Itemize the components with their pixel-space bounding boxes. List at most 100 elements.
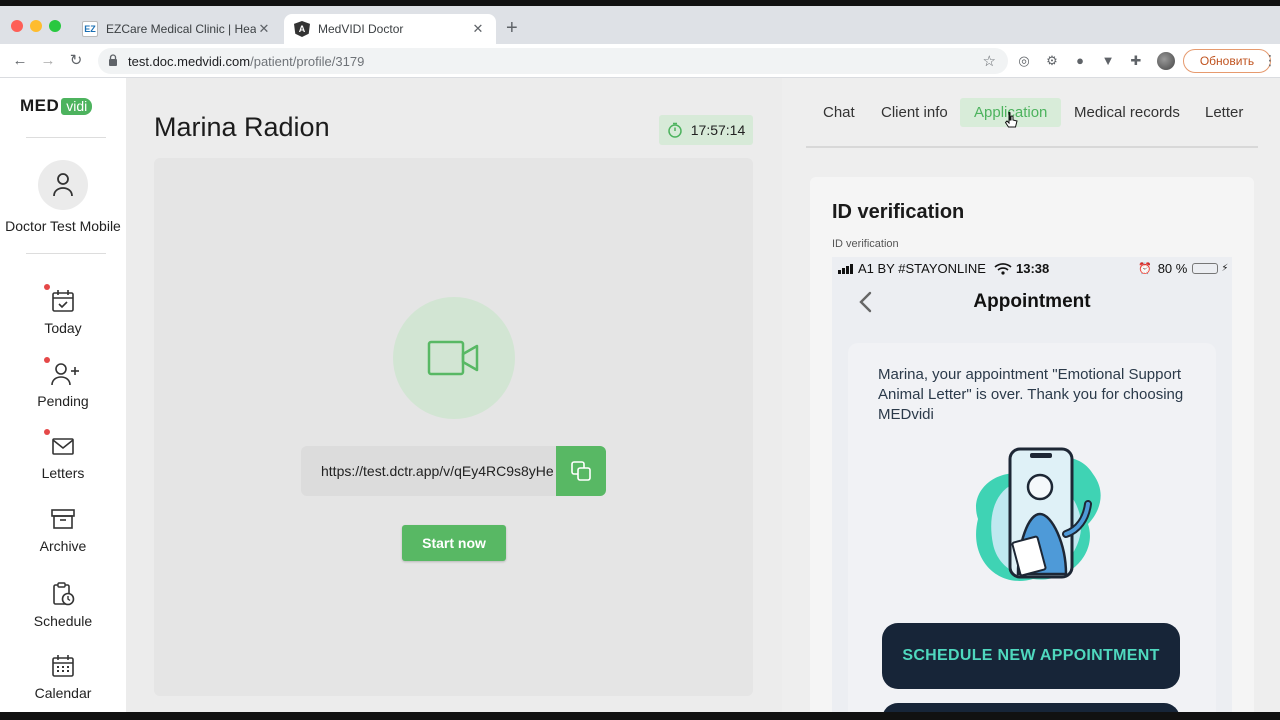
- tab-chat[interactable]: Chat: [823, 98, 855, 127]
- extension-gear-icon[interactable]: ⚙: [1043, 52, 1061, 70]
- video-placeholder: [393, 297, 515, 419]
- nav-label: Archive: [39, 538, 87, 554]
- alarm-clock-icon: ⏰: [1138, 263, 1152, 275]
- video-call-card: https://test.dctr.app/v/qEy4RC9s8yHe Sta…: [154, 158, 753, 696]
- nav-archive[interactable]: Archive: [0, 506, 126, 566]
- tab-close-icon[interactable]: ✕: [256, 21, 272, 37]
- divider: [26, 137, 106, 138]
- extensions-puzzle-icon[interactable]: ✚: [1127, 52, 1145, 70]
- tab-title: EZCare Medical Clinic | Health: [106, 22, 256, 36]
- reload-icon[interactable]: ↻: [66, 51, 86, 71]
- doctor-avatar[interactable]: [38, 160, 88, 210]
- session-timer: 17:57:14: [659, 115, 753, 145]
- phone-status-bar: A1 BY #STAYONLINE 13:38 ⏰ 80 % ⚡: [832, 257, 1232, 279]
- url-path: /patient/profile/3179: [250, 53, 365, 69]
- phone-screen-title: Appointment: [973, 291, 1091, 312]
- angular-favicon-icon: A: [294, 21, 310, 37]
- nav-label: Calendar: [34, 685, 92, 701]
- mouse-pointer-icon: [1005, 112, 1018, 128]
- start-now-button[interactable]: Start now: [402, 525, 506, 561]
- id-document-screenshot[interactable]: A1 BY #STAYONLINE 13:38 ⏰ 80 % ⚡ Appoint…: [832, 257, 1232, 717]
- tab-medical-records[interactable]: Medical records: [1074, 98, 1180, 127]
- charging-bolt-icon: ⚡: [1221, 263, 1229, 274]
- nav-label: Letters: [41, 465, 85, 481]
- timer-value: 17:57:14: [690, 122, 746, 138]
- extension-vue-icon[interactable]: ▼: [1099, 52, 1117, 70]
- back-arrow-icon[interactable]: ←: [10, 51, 30, 71]
- divider: [26, 253, 106, 254]
- copy-link-button[interactable]: [556, 446, 606, 496]
- appointment-message: Marina, your appointment "Emotional Supp…: [878, 366, 1184, 423]
- schedule-new-appointment-button[interactable]: SCHEDULE NEW APPOINTMENT: [882, 623, 1180, 689]
- id-verification-caption: ID verification: [832, 238, 899, 250]
- bottom-edge: [0, 712, 1280, 720]
- lock-icon: [108, 53, 120, 69]
- signal-bars-icon: [838, 263, 854, 274]
- id-verification-card: ID verification ID verification A1 BY #S…: [810, 177, 1254, 717]
- browser-tab-medvidi[interactable]: A MedVIDI Doctor ✕: [284, 14, 496, 44]
- window-close-button[interactable]: [11, 20, 23, 32]
- doctor-in-phone-illustration: [976, 447, 1101, 581]
- notification-dot: [44, 357, 50, 363]
- video-camera-icon: [427, 340, 479, 376]
- nav-pending[interactable]: Pending: [0, 357, 126, 421]
- kebab-menu-icon[interactable]: ⋮: [1263, 52, 1277, 69]
- wifi-icon: [994, 262, 1012, 275]
- browser-toolbar: ← → ↻ test.doc.medvidi.com/patient/profi…: [0, 44, 1280, 78]
- video-link-field[interactable]: https://test.dctr.app/v/qEy4RC9s8yHe: [301, 446, 557, 496]
- right-panel: Chat Client info Application Medical rec…: [782, 78, 1280, 717]
- nav-label: Today: [44, 320, 82, 336]
- nav-label: Pending: [37, 393, 89, 409]
- stopwatch-icon: [668, 122, 682, 138]
- nav-calendar[interactable]: Calendar: [0, 653, 126, 713]
- patient-name: Marina Radion: [154, 112, 330, 142]
- tab-client-info[interactable]: Client info: [881, 98, 948, 127]
- profile-avatar[interactable]: [1157, 52, 1175, 70]
- app: MED vidi Doctor Test Mobile Today Pendin…: [0, 78, 1280, 717]
- address-bar[interactable]: test.doc.medvidi.com/patient/profile/317…: [98, 48, 1008, 74]
- main-panel: Marina Radion 17:57:14 https://test.dctr…: [126, 78, 782, 712]
- browser-chrome: EZ EZCare Medical Clinic | Health ✕ A Me…: [0, 6, 1280, 78]
- update-button[interactable]: Обновить: [1183, 49, 1271, 73]
- carrier-label: A1 BY #STAYONLINE: [858, 261, 986, 276]
- nav-label: Schedule: [33, 613, 93, 629]
- tab-close-icon[interactable]: ✕: [470, 21, 486, 37]
- tab-letter[interactable]: Letter: [1205, 98, 1243, 127]
- sidebar: MED vidi Doctor Test Mobile Today Pendin…: [0, 78, 126, 712]
- calendar-grid-icon: [52, 655, 74, 677]
- medvidi-logo[interactable]: MED vidi: [20, 96, 93, 116]
- id-verification-title: ID verification: [832, 201, 965, 223]
- nav-schedule[interactable]: Schedule: [0, 581, 126, 641]
- patient-tabs: Chat Client info Application Medical rec…: [806, 78, 1258, 148]
- window-zoom-button[interactable]: [49, 20, 61, 32]
- calendar-check-icon: [52, 290, 74, 312]
- user-plus-icon: [51, 363, 79, 386]
- user-icon: [53, 173, 73, 197]
- envelope-icon: [52, 438, 74, 455]
- doctor-name: Doctor Test Mobile: [5, 218, 121, 234]
- nav-letters[interactable]: Letters: [0, 429, 126, 493]
- forward-arrow-icon[interactable]: →: [38, 51, 58, 71]
- browser-tab-ezcare[interactable]: EZ EZCare Medical Clinic | Health ✕: [72, 14, 282, 44]
- url-host: test.doc.medvidi.com: [128, 53, 251, 69]
- phone-header: Appointment: [832, 289, 1232, 319]
- battery-percent: 80 %: [1157, 261, 1188, 276]
- window-minimize-button[interactable]: [30, 20, 42, 32]
- logo-med: MED: [20, 96, 60, 115]
- clipboard-clock-icon: [53, 582, 75, 606]
- battery-icon: [1192, 263, 1219, 274]
- archive-box-icon: [51, 509, 75, 529]
- bookmark-star-icon[interactable]: ☆: [983, 52, 996, 70]
- logo-vidi: vidi: [61, 97, 93, 115]
- ezcare-favicon-icon: EZ: [82, 21, 98, 37]
- nav-today[interactable]: Today: [0, 284, 126, 348]
- copy-icon: [571, 461, 591, 481]
- new-tab-plus-icon[interactable]: +: [506, 18, 518, 38]
- tab-title: MedVIDI Doctor: [318, 22, 404, 36]
- phone-time: 13:38: [1016, 261, 1050, 276]
- tab-strip: EZ EZCare Medical Clinic | Health ✕ A Me…: [0, 6, 1280, 44]
- notification-dot: [44, 429, 50, 435]
- extension-gauge-icon[interactable]: ◎: [1015, 52, 1033, 70]
- notification-dot: [44, 284, 50, 290]
- extension-cookie-icon[interactable]: ●: [1071, 52, 1089, 70]
